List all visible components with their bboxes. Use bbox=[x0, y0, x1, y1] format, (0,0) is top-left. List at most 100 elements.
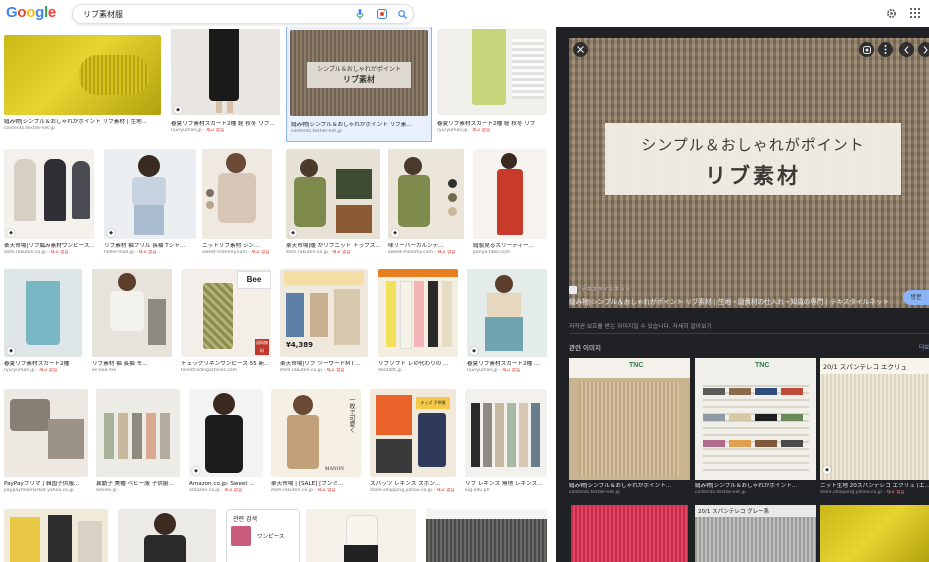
image-result[interactable]: 春夏リブ素材スカート2種 軽 秋冬 リブ ryuryumall.jp · 제고 … bbox=[437, 29, 547, 137]
related-search-item[interactable]: ワンピース bbox=[257, 532, 284, 540]
preview-title[interactable]: 縫み物|シンプル＆おしゃれがポイント リブ素材 | 生地・副資材の仕入れ・知識の… bbox=[569, 298, 899, 307]
tnc-label: TNC bbox=[755, 362, 770, 369]
copyright-notice[interactable]: 저작권 보호를 받는 이미지일 수 있습니다. 자세히 알아보기 bbox=[569, 321, 712, 330]
result-title: 縫み物|シンプル＆おしゃれがポイント リブ素材 | 生地... bbox=[4, 119, 147, 125]
google-logo[interactable]: Google bbox=[6, 4, 56, 21]
related-image[interactable]: TNC bbox=[569, 358, 690, 480]
result-title: 楽天市場|リブ ツーワードM I ... bbox=[280, 361, 361, 367]
close-icon[interactable] bbox=[573, 42, 588, 57]
image-result[interactable] bbox=[4, 509, 108, 562]
related-title[interactable]: ニット生地 20スパンテレコ エクリュ (エ... bbox=[820, 483, 929, 490]
image-result[interactable]: ◆ 味リーバーカルンデ... sweet-mommy.com · 재고 없음 bbox=[388, 149, 464, 265]
stock-badge: 재고 없음 bbox=[138, 250, 157, 255]
result-title: リブソフト レの代わりの ... bbox=[378, 361, 449, 367]
result-source: sweet-mommy.com bbox=[388, 250, 433, 255]
result-title: リブ レギンス 無地 レギンス... bbox=[465, 481, 543, 487]
related-image[interactable] bbox=[820, 505, 929, 562]
image-result[interactable]: ニットリブ素材 シン... sweet-mommy.com · 재고 없음 bbox=[202, 149, 272, 265]
image-result[interactable]: リブソフト レの代わりの ... dentaflt.jp bbox=[378, 269, 458, 381]
related-image[interactable] bbox=[571, 505, 688, 562]
image-result[interactable]: キッズ 子供服 スパッツ レギンス ズボン... store.shopping.… bbox=[370, 389, 456, 501]
brand-label: MANON bbox=[325, 467, 344, 472]
image-result[interactable]: 縫み物|シンプル＆おしゃれがポイント リブ素材 | 生地... contents… bbox=[4, 35, 161, 137]
result-title: 楽天市場|暖 かリブニット トップス... bbox=[286, 243, 380, 249]
image-result[interactable]: ◆ 楽天市場|暖 かリブニット トップス... item.rakuten.co.… bbox=[286, 149, 380, 265]
related-search-card[interactable]: 관련 검색 ワンピース bbox=[226, 509, 300, 562]
camera-icon[interactable] bbox=[375, 7, 389, 21]
image-result[interactable]: リブ レギンス 無地 レギンス... lug.edu.ph bbox=[465, 389, 547, 501]
image-result[interactable]: ◆ 春夏リブ素材スカート2種 ryuryumall.jp · 재고 없음 bbox=[4, 269, 82, 381]
image-result[interactable]: 異動子 美種 ベビー服 子供服... amiles.jp bbox=[96, 389, 180, 501]
image-result[interactable]: 一枚で可愛く MANON 楽天市場 | [SALE] [プンミ... item.… bbox=[271, 389, 361, 501]
suggest-thumb bbox=[231, 526, 251, 546]
image-result[interactable]: ◆ Amazon.co.jp: Sweet ... amazon.co.jp ·… bbox=[189, 389, 263, 501]
tag-icon: ◆ bbox=[107, 229, 115, 237]
result-source: panya-fabo.com bbox=[473, 250, 511, 255]
site-name[interactable]: テキスタイルネット bbox=[581, 285, 630, 293]
result-title: チェックリネンワンピース 55 新... bbox=[181, 361, 270, 367]
dress-image bbox=[4, 149, 94, 239]
more-link[interactable]: 더보기 bbox=[919, 343, 929, 351]
image-result[interactable]: 縫製見るスリーティー... panya-fabo.com bbox=[473, 149, 547, 265]
preview-panel: シンプル＆おしゃれがポイント リブ素材 テキスタイルネット 縫み物|シンプル＆お… bbox=[556, 27, 929, 562]
image-result[interactable]: ◆ リブ素材 袖フリル 長袖 Tシャ... heller-mall.jp · 재… bbox=[104, 149, 196, 265]
related-image[interactable]: 20/1 スパンテレコ エクリュ ◆ bbox=[820, 358, 929, 480]
woman-image bbox=[118, 509, 216, 562]
check-dress-image: Bee 送料無料 bbox=[181, 269, 271, 357]
kids-set-image bbox=[4, 389, 88, 477]
related-title[interactable]: 縫み物|シンプル＆おしゃれがポイント... bbox=[695, 483, 816, 490]
result-source: sweet-mommy.com bbox=[202, 250, 247, 255]
hero-text-small: シンプル＆おしゃれがポイント bbox=[317, 66, 401, 73]
stock-badge: 재고 없음 bbox=[50, 250, 69, 255]
result-source: paypayfleamarket.yahoo.co.jp bbox=[4, 488, 74, 493]
result-source: amazon.co.jp bbox=[189, 488, 220, 493]
kids-label: キッズ 子供服 bbox=[416, 397, 450, 409]
apps-grid-icon[interactable] bbox=[908, 6, 922, 20]
black-turtleneck-image bbox=[189, 389, 263, 477]
tag-icon: ◆ bbox=[7, 347, 15, 355]
result-title: 楽天市場|リブ編み素材ワンピース... bbox=[4, 243, 94, 249]
image-result-selected[interactable]: シンプル＆おしゃれがポイント リブ素材 縫み物|シンプル＆おしゃれがポイント リ… bbox=[286, 27, 432, 142]
search-icon[interactable] bbox=[395, 7, 409, 21]
preview-image[interactable]: シンプル＆おしゃれがポイント リブ素材 bbox=[569, 38, 929, 308]
image-result[interactable] bbox=[118, 509, 216, 562]
related-title[interactable]: 縫み物|シンプル＆おしゃれがポイント... bbox=[569, 483, 690, 490]
lens-icon[interactable] bbox=[859, 42, 874, 57]
visit-button[interactable]: 방문 bbox=[903, 290, 929, 305]
chevron-left-icon[interactable] bbox=[899, 42, 914, 57]
image-result[interactable]: ◆ 春夏リブ素材スカート2種 軽 秋冬 リブ... ryuryumall.jp … bbox=[171, 29, 280, 137]
result-title: 縫み物|シンプル＆おしゃれがポイント リブ素... bbox=[291, 122, 412, 128]
more-icon[interactable] bbox=[878, 42, 893, 57]
image-result[interactable]: PayPayフリマ | 韓国子供服... paypayfleamarket.ya… bbox=[4, 389, 88, 501]
tnc-label: TNC bbox=[629, 362, 644, 369]
related-search-title: 관련 검색 bbox=[233, 516, 257, 523]
image-result[interactable]: リブ素材 袖 長袖 モ... ec-line.me bbox=[92, 269, 172, 381]
brand-label: Bee bbox=[237, 271, 271, 289]
image-result[interactable]: ◆ 楽天市場|リブ編み素材ワンピース... item.rakuten.co.jp… bbox=[4, 149, 94, 265]
related-image[interactable]: 20/1 スパンテレコ グレー系 bbox=[695, 505, 816, 562]
result-title: ニットリブ素材 シン... bbox=[202, 243, 260, 249]
logo-letter: o bbox=[17, 4, 27, 21]
red-dress-image bbox=[473, 149, 547, 239]
result-title: リブ素材 袖フリル 長袖 Tシャ... bbox=[104, 243, 186, 249]
result-source: item.rakuten.co.jp bbox=[271, 488, 313, 493]
teal-skirt-image-2 bbox=[467, 269, 547, 357]
image-result[interactable]: Bee 送料無料 チェックリネンワンピース 55 新... forestradi… bbox=[181, 269, 271, 381]
search-input[interactable] bbox=[83, 5, 343, 23]
girl-dress-image: 一枚で可愛く MANON bbox=[271, 389, 361, 477]
image-result[interactable] bbox=[306, 509, 416, 562]
image-result[interactable] bbox=[426, 509, 547, 562]
mic-icon[interactable] bbox=[353, 7, 367, 21]
chevron-right-icon[interactable] bbox=[918, 42, 929, 57]
related-info: ニット生地 20スパンテレコ エクリュ (エ... store.shopping… bbox=[820, 483, 929, 495]
image-result[interactable]: ¥4,389 楽天市場|リブ ツーワードM I ... item.rakuten… bbox=[280, 269, 368, 381]
result-source: amiles.jp bbox=[96, 488, 117, 493]
gear-icon[interactable] bbox=[884, 6, 898, 20]
knit-top-image-2 bbox=[388, 149, 464, 239]
image-result[interactable]: ◆ 春夏リブ素材スカート2種 ... ryuryumall.jp · 재고 없음 bbox=[467, 269, 547, 381]
related-image[interactable]: TNC bbox=[695, 358, 816, 480]
tag-icon: ◆ bbox=[823, 466, 831, 474]
price-label: ¥4,389 bbox=[286, 341, 314, 349]
tag-icon: ◆ bbox=[7, 229, 15, 237]
site-favicon bbox=[569, 286, 577, 294]
